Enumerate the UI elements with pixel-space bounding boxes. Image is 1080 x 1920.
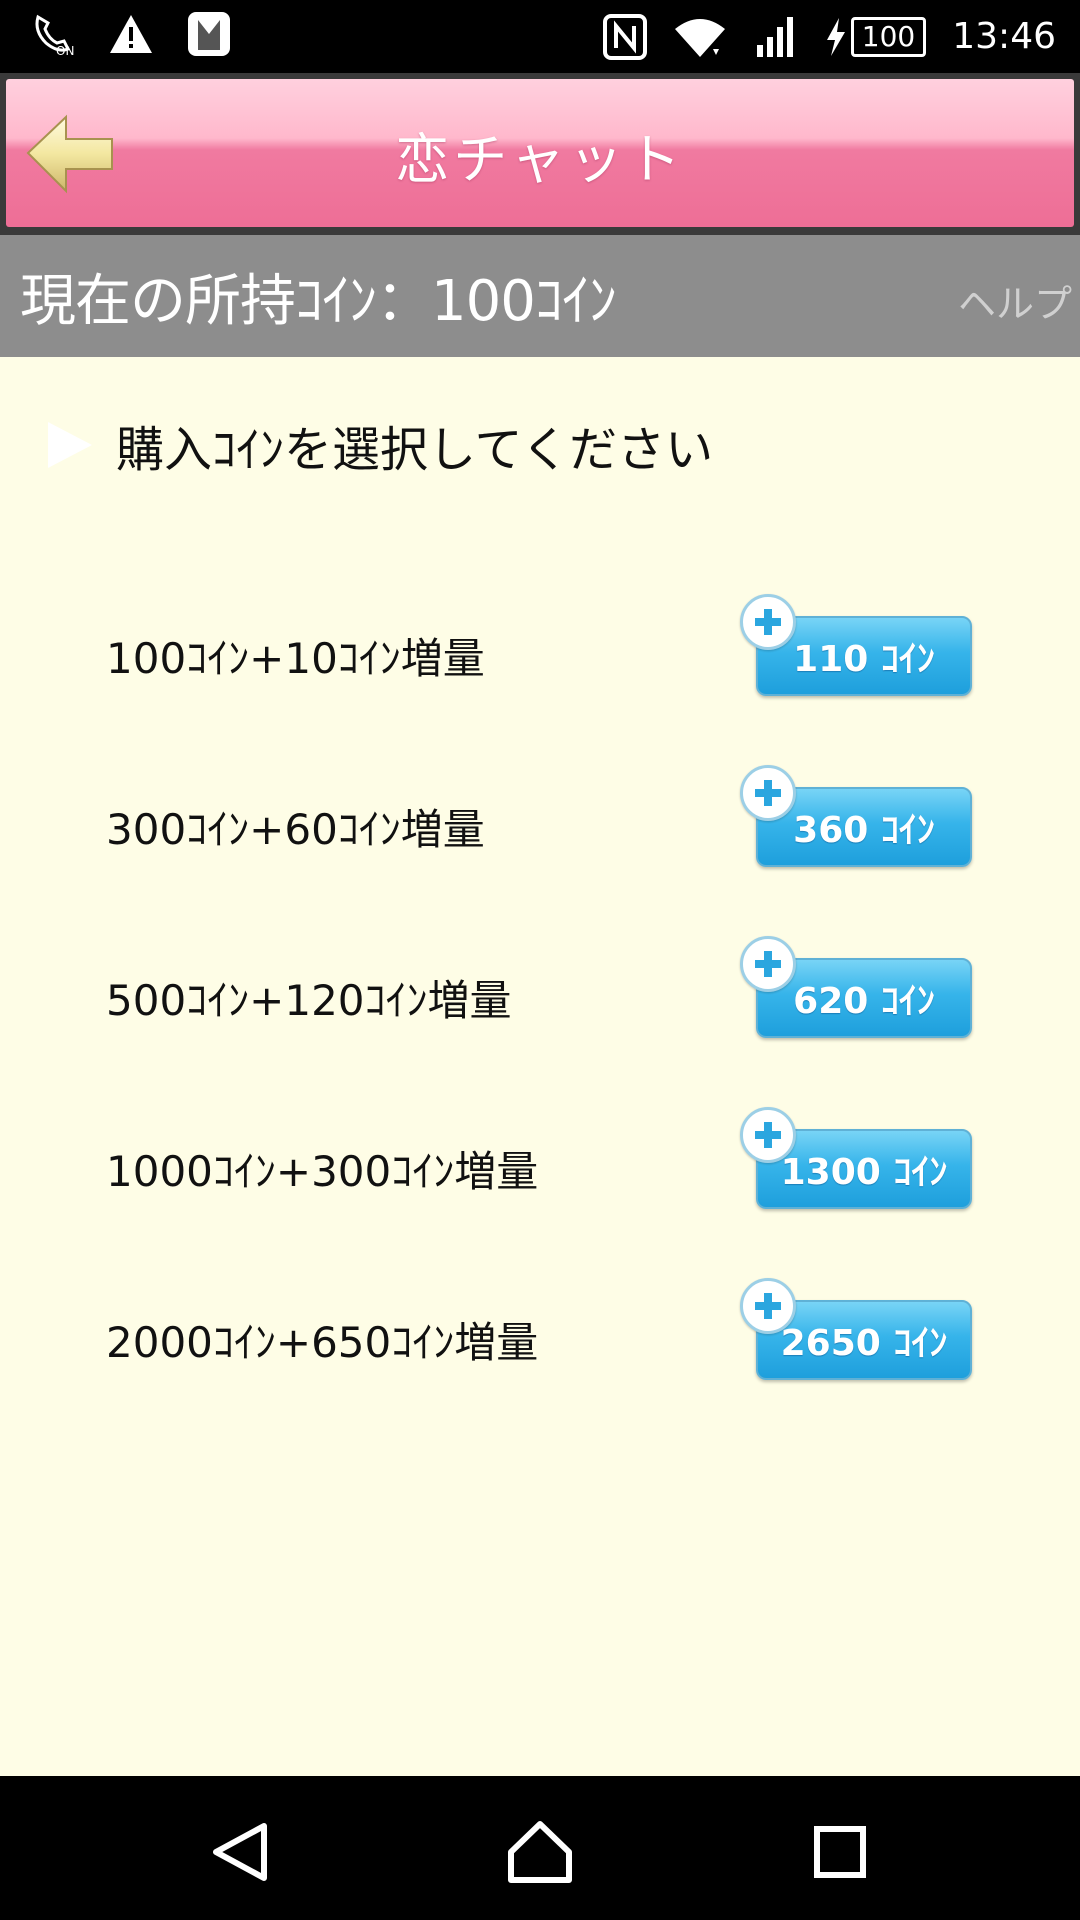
call-on-icon: ON	[30, 11, 76, 57]
package-label: 300ｺｲﾝ+60ｺｲﾝ増量	[106, 804, 485, 854]
app-notification-icon	[186, 10, 232, 58]
help-link[interactable]: ヘルプ	[958, 265, 1072, 335]
battery-indicator: 100	[825, 16, 927, 57]
signal-icon	[753, 15, 799, 59]
svg-text:ON: ON	[56, 44, 74, 57]
wifi-icon	[673, 15, 727, 59]
plus-icon	[740, 594, 796, 650]
list-item: 300ｺｲﾝ+60ｺｲﾝ増量 360 ｺｲﾝ	[0, 765, 1080, 881]
list-item: 2000ｺｲﾝ+650ｺｲﾝ増量 2650 ｺｲﾝ	[0, 1278, 1080, 1394]
nfc-icon	[602, 13, 647, 60]
nav-back-button[interactable]	[200, 1812, 280, 1892]
package-label: 1000ｺｲﾝ+300ｺｲﾝ増量	[106, 1146, 539, 1196]
list-item: 100ｺｲﾝ+10ｺｲﾝ増量 110 ｺｲﾝ	[0, 594, 1080, 710]
section-heading-text: 購入ｺｲﾝを選択してください	[116, 422, 714, 478]
section-heading: 購入ｺｲﾝを選択してください	[44, 410, 713, 480]
list-item: 1000ｺｲﾝ+300ｺｲﾝ増量 1300 ｺｲﾝ	[0, 1107, 1080, 1223]
play-triangle-icon	[48, 422, 92, 468]
package-label: 100ｺｲﾝ+10ｺｲﾝ増量	[106, 633, 485, 683]
list-item: 500ｺｲﾝ+120ｺｲﾝ増量 620 ｺｲﾝ	[0, 936, 1080, 1052]
plus-icon	[740, 936, 796, 992]
navigation-bar	[0, 1776, 1080, 1920]
charging-icon	[825, 17, 847, 56]
recents-square-icon	[814, 1826, 866, 1878]
clock: 13:46	[952, 16, 1056, 57]
package-label: 500ｺｲﾝ+120ｺｲﾝ増量	[106, 975, 512, 1025]
coin-balance-bar: 現在の所持ｺｲﾝ：100ｺｲﾝ ヘルプ	[0, 235, 1080, 357]
plus-icon	[740, 765, 796, 821]
package-label: 2000ｺｲﾝ+650ｺｲﾝ増量	[106, 1317, 539, 1367]
back-triangle-icon	[213, 1823, 267, 1881]
nav-home-button[interactable]	[500, 1812, 580, 1892]
page-title: 恋チャット	[395, 127, 685, 191]
plus-icon	[740, 1278, 796, 1334]
current-coin-balance: 現在の所持ｺｲﾝ：100ｺｲﾝ	[20, 268, 617, 334]
status-bar: ON 100 13:46	[0, 0, 1080, 73]
home-icon	[508, 1821, 572, 1883]
battery-level: 100	[850, 16, 927, 57]
plus-icon	[740, 1107, 796, 1163]
warning-icon	[108, 13, 154, 55]
nav-recents-button[interactable]	[800, 1812, 880, 1892]
